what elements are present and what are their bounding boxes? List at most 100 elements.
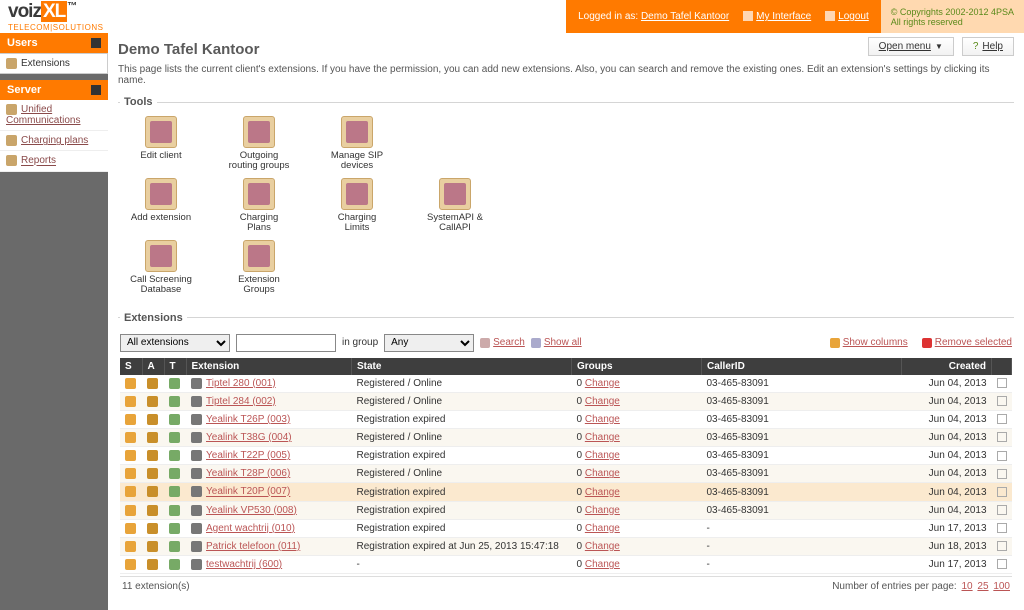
table-row: testwachtrij (600)-0 Change-Jun 17, 2013 xyxy=(120,556,1012,574)
sidebar-item-unified[interactable]: Unified Communications xyxy=(0,100,108,131)
sidebar-item-charging[interactable]: Charging plans xyxy=(0,131,108,151)
action-badge xyxy=(147,559,158,570)
col-state[interactable]: State xyxy=(352,358,572,375)
tool-systemapi[interactable]: SystemAPI & CallAPI xyxy=(424,178,486,234)
row-checkbox[interactable] xyxy=(997,559,1007,569)
row-checkbox[interactable] xyxy=(997,451,1007,461)
phone-icon xyxy=(191,486,202,497)
col-a[interactable]: A xyxy=(142,358,164,375)
tool-manage-sip[interactable]: Manage SIP devices xyxy=(326,116,388,172)
perpage-25[interactable]: 25 xyxy=(977,581,988,592)
change-groups-link[interactable]: Change xyxy=(585,468,620,479)
edit-client-icon xyxy=(145,116,177,148)
row-checkbox[interactable] xyxy=(997,541,1007,551)
my-interface-link[interactable]: My Interface xyxy=(743,11,811,22)
action-badge xyxy=(147,450,158,461)
change-groups-link[interactable]: Change xyxy=(585,487,620,498)
charging-plans-icon xyxy=(243,178,275,210)
page-description: This page lists the current client's ext… xyxy=(118,64,1014,86)
filter-search-input[interactable] xyxy=(236,334,336,352)
col-callerid[interactable]: CallerID xyxy=(702,358,902,375)
tools-section: Tools Edit client Outgoing routing group… xyxy=(118,96,1014,306)
tool-charging-plans[interactable]: Charging Plans xyxy=(228,178,290,234)
sidebar-item-extensions[interactable]: Extensions xyxy=(0,53,108,74)
change-groups-link[interactable]: Change xyxy=(585,541,620,552)
col-extension[interactable]: Extension xyxy=(186,358,352,375)
open-menu-button[interactable]: Open menu ▼ xyxy=(868,37,954,56)
col-t[interactable]: T xyxy=(164,358,186,375)
type-badge xyxy=(169,450,180,461)
table-row: Yealink T26P (003)Registration expired0 … xyxy=(120,410,1012,428)
col-s[interactable]: S xyxy=(120,358,142,375)
tool-charging-limits[interactable]: Charging Limits xyxy=(326,178,388,234)
row-checkbox[interactable] xyxy=(997,414,1007,424)
extension-link[interactable]: Yealink T26P (003) xyxy=(206,414,290,425)
callerid-cell: - xyxy=(702,519,902,537)
help-button[interactable]: ? Help xyxy=(962,37,1014,56)
row-checkbox[interactable] xyxy=(997,432,1007,442)
perpage-100[interactable]: 100 xyxy=(993,581,1010,592)
extension-link[interactable]: testwachtrij (600) xyxy=(206,559,282,570)
row-checkbox[interactable] xyxy=(997,505,1007,515)
charging-limits-icon xyxy=(341,178,373,210)
extension-link[interactable]: Yealink T28P (006) xyxy=(206,468,290,479)
groups-cell: 0 Change xyxy=(572,465,702,483)
extension-link[interactable]: Patrick telefoon (011) xyxy=(206,541,300,552)
action-badge xyxy=(147,414,158,425)
phone-icon xyxy=(191,541,202,552)
extension-link[interactable]: Yealink T22P (005) xyxy=(206,450,290,461)
row-checkbox[interactable] xyxy=(997,523,1007,533)
tool-add-extension[interactable]: Add extension xyxy=(130,178,192,234)
extension-link[interactable]: Tiptel 280 (001) xyxy=(206,378,276,389)
filter-type-select[interactable]: All extensions xyxy=(120,334,230,352)
tool-outgoing-routing[interactable]: Outgoing routing groups xyxy=(228,116,290,172)
change-groups-link[interactable]: Change xyxy=(585,432,620,443)
show-columns-link[interactable]: Show columns xyxy=(830,337,908,348)
change-groups-link[interactable]: Change xyxy=(585,505,620,516)
change-groups-link[interactable]: Change xyxy=(585,523,620,534)
created-cell: Jun 04, 2013 xyxy=(902,410,992,428)
status-badge xyxy=(125,559,136,570)
sidebar-item-reports[interactable]: Reports xyxy=(0,151,108,171)
columns-icon xyxy=(830,338,840,348)
chevron-down-icon: ▼ xyxy=(935,42,943,51)
extension-link[interactable]: Tiptel 284 (002) xyxy=(206,396,276,407)
col-check[interactable] xyxy=(992,358,1012,375)
col-created[interactable]: Created xyxy=(902,358,992,375)
search-link[interactable]: Search xyxy=(480,337,525,348)
extensions-icon xyxy=(6,58,17,69)
show-all-link[interactable]: Show all xyxy=(531,337,582,348)
sidebar-server-header[interactable]: Server xyxy=(0,80,108,100)
login-name-link[interactable]: Demo Tafel Kantoor xyxy=(641,11,729,22)
remove-selected-link[interactable]: Remove selected xyxy=(922,337,1012,348)
row-checkbox[interactable] xyxy=(997,487,1007,497)
change-groups-link[interactable]: Change xyxy=(585,414,620,425)
row-checkbox[interactable] xyxy=(997,469,1007,479)
phone-icon xyxy=(191,432,202,443)
row-checkbox[interactable] xyxy=(997,378,1007,388)
tool-extension-groups[interactable]: Extension Groups xyxy=(228,240,290,296)
change-groups-link[interactable]: Change xyxy=(585,450,620,461)
extension-link[interactable]: Yealink T20P (007) xyxy=(206,487,290,498)
tool-call-screening[interactable]: Call Screening Database xyxy=(130,240,192,296)
col-groups[interactable]: Groups xyxy=(572,358,702,375)
change-groups-link[interactable]: Change xyxy=(585,378,620,389)
type-badge xyxy=(169,559,180,570)
filter-group-select[interactable]: Any xyxy=(384,334,474,352)
extension-link[interactable]: Yealink VP530 (008) xyxy=(206,505,297,516)
perpage-10[interactable]: 10 xyxy=(962,581,973,592)
extension-link[interactable]: Yealink T38G (004) xyxy=(206,432,292,443)
extension-link[interactable]: Agent wachtrij (010) xyxy=(206,523,295,534)
change-groups-link[interactable]: Change xyxy=(585,559,620,570)
created-cell: Jun 04, 2013 xyxy=(902,392,992,410)
logout-link[interactable]: Logout xyxy=(825,11,869,22)
row-checkbox[interactable] xyxy=(997,396,1007,406)
status-badge xyxy=(125,523,136,534)
sidebar-users-header[interactable]: Users xyxy=(0,33,108,53)
status-badge xyxy=(125,541,136,552)
callerid-cell: 03-465-83091 xyxy=(702,429,902,447)
tool-edit-client[interactable]: Edit client xyxy=(130,116,192,172)
groups-cell: 0 Change xyxy=(572,392,702,410)
change-groups-link[interactable]: Change xyxy=(585,396,620,407)
list-icon xyxy=(531,338,541,348)
